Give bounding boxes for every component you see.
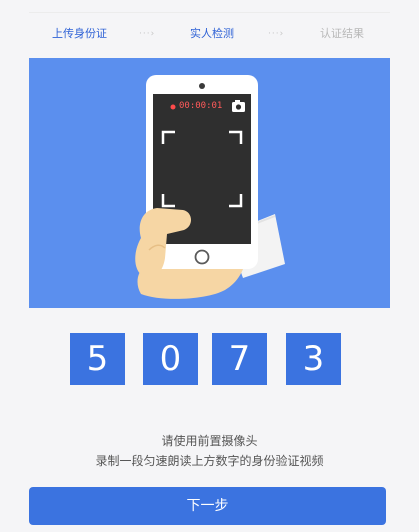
- code-digit-2: 0: [143, 333, 198, 385]
- record-dot-icon: [170, 104, 176, 110]
- verification-code: 5 0 7 3: [0, 333, 419, 385]
- progress-steps: 上传身份证 ···› 实人检测 ···› 认证结果: [0, 22, 419, 46]
- code-digit-4: 3: [286, 333, 341, 385]
- hand-holding-phone-icon: [135, 75, 285, 299]
- instruction-line-1: 请使用前置摄像头: [161, 434, 258, 448]
- instruction-line-2: 录制一段匀速朗读上方数字的身份验证视频: [95, 454, 324, 468]
- top-divider: [29, 12, 390, 13]
- recording-time: 00:00:01: [179, 101, 223, 111]
- step-liveness-check: 实人检测: [190, 27, 234, 40]
- step-arrow-2: ···›: [268, 29, 285, 39]
- step-result: 认证结果: [320, 27, 364, 40]
- code-digit-1: 5: [70, 333, 125, 385]
- step-arrow-1: ···›: [139, 29, 156, 39]
- code-digit-3: 7: [212, 333, 267, 385]
- next-button[interactable]: 下一步: [29, 487, 386, 525]
- phone-illustration: 00:00:01: [29, 58, 390, 308]
- step-upload-id: 上传身份证: [52, 27, 107, 40]
